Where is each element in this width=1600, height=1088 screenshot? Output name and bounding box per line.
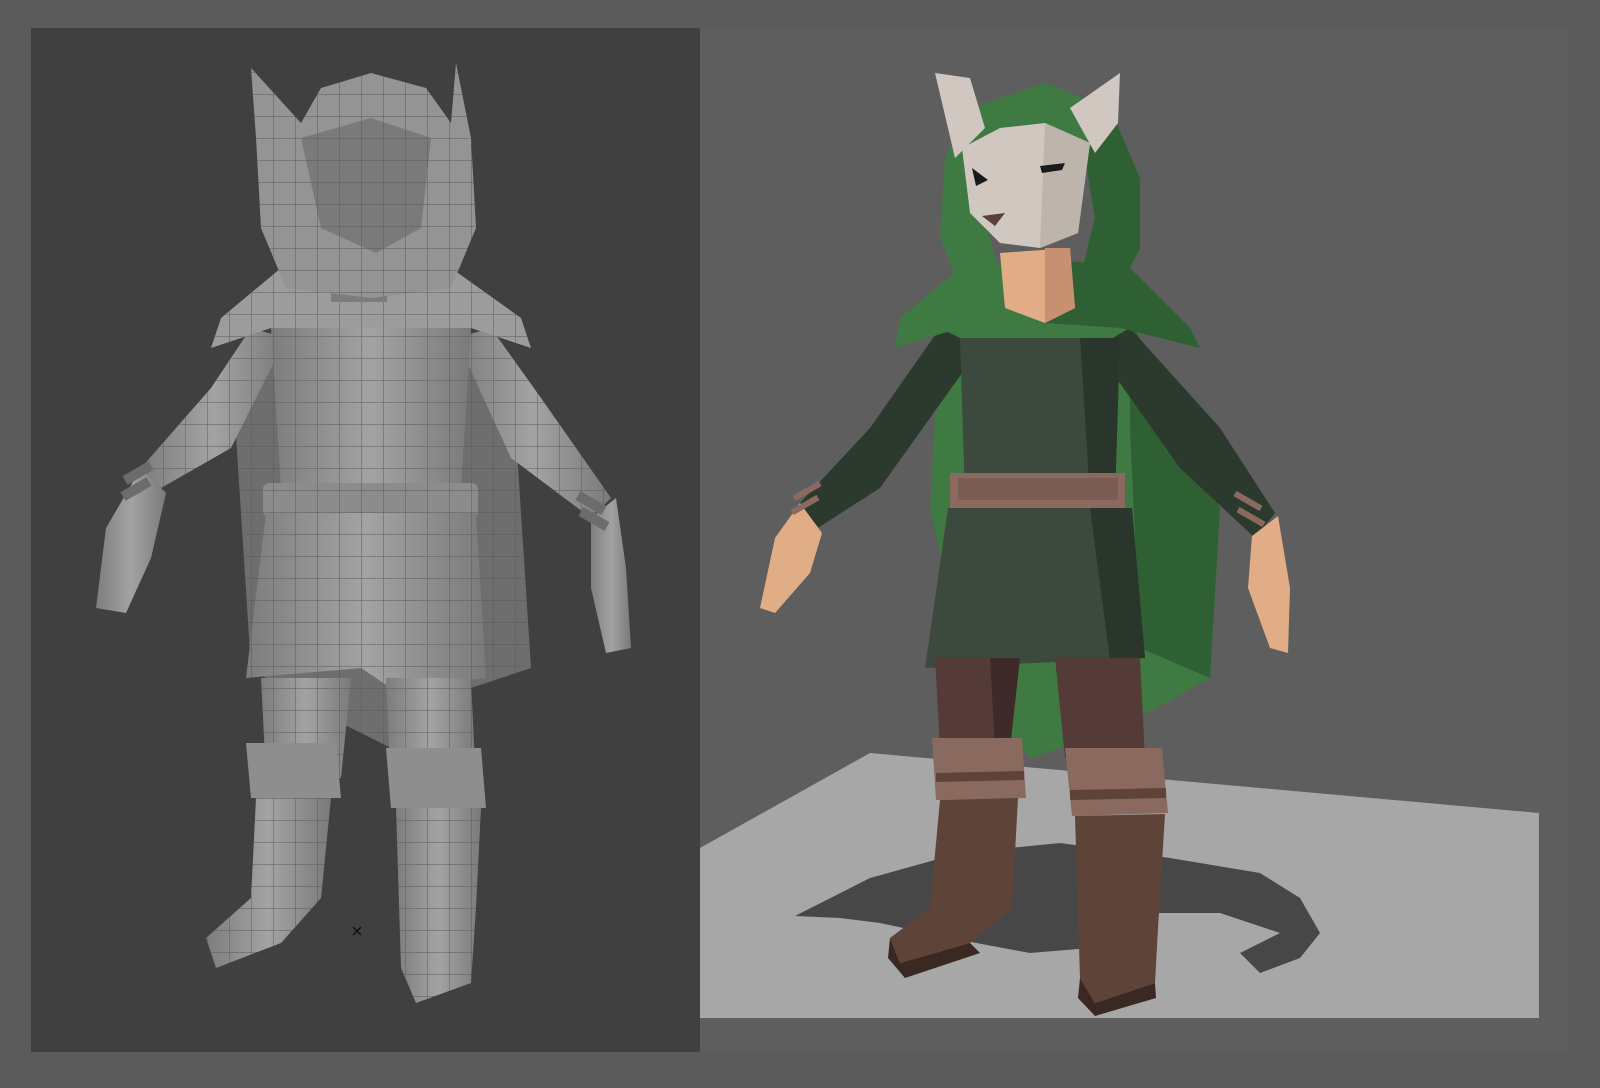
right-boot-cuff <box>1065 748 1168 816</box>
wire-boots <box>206 743 486 1003</box>
wireframe-viewport[interactable] <box>31 28 700 1052</box>
origin-marker <box>352 926 362 936</box>
left-boot-cuff <box>932 738 1026 800</box>
wireframe-character-model <box>96 63 631 1003</box>
right-hand <box>1248 516 1290 653</box>
right-boot <box>1075 814 1165 1003</box>
wire-head-hood <box>251 63 476 298</box>
wire-torso <box>246 328 486 688</box>
rendered-character-model <box>700 73 1539 1018</box>
render-viewport[interactable] <box>700 28 1569 1052</box>
